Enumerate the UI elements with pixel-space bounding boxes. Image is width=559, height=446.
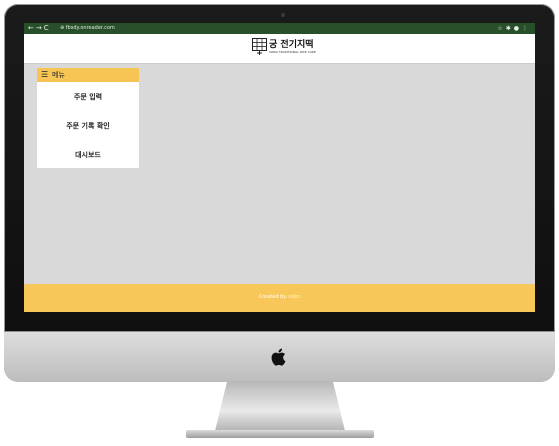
star-icon[interactable]: ☆ <box>497 25 505 32</box>
site-footer: Created by ssjko <box>24 284 535 312</box>
footer-credit: Created by ssjko <box>24 293 535 301</box>
footer-author-link[interactable]: ssjko <box>288 294 300 300</box>
menu-label: 메뉴 <box>52 71 65 79</box>
site-header: 궁 전기지떡 SONG TRADITIONAL RICE CAKE <box>24 34 535 64</box>
sidebar-menu: ☰ 메뉴 주문 입력 주문 기록 확인 대시보드 <box>37 68 139 168</box>
extension-icon[interactable]: ✱ <box>506 25 514 32</box>
site-logo[interactable]: 궁 전기지떡 SONG TRADITIONAL RICE CAKE <box>252 37 316 59</box>
browser-tools: ☆✱●⋮ <box>497 24 531 33</box>
camera-icon <box>281 13 285 17</box>
back-icon[interactable]: ← <box>28 24 36 32</box>
sidebar-item-dashboard[interactable]: 대시보드 <box>37 148 139 162</box>
sidebar-item-order-entry[interactable]: 주문 입력 <box>37 90 139 104</box>
browser-toolbar: ←→C ⊕ fbsdy.onreader.com ☆✱●⋮ <box>24 23 535 34</box>
profile-icon[interactable]: ● <box>514 25 522 32</box>
logo-title: 궁 전기지떡 <box>269 40 314 50</box>
monitor-stand <box>214 381 346 435</box>
menu-dots-icon[interactable]: ⋮ <box>522 25 531 32</box>
rice-cake-logo-icon <box>252 38 267 55</box>
menu-header[interactable]: ☰ 메뉴 <box>37 68 139 82</box>
address-bar[interactable]: ⊕ fbsdy.onreader.com <box>60 25 115 32</box>
apple-logo-icon <box>271 348 286 366</box>
logo-subtitle: SONG TRADITIONAL RICE CAKE <box>269 50 316 54</box>
sidebar-item-order-history[interactable]: 주문 기록 확인 <box>37 119 139 133</box>
reload-icon[interactable]: C <box>44 24 51 32</box>
browser-nav-icons: ←→C <box>28 24 51 33</box>
forward-icon[interactable]: → <box>36 24 44 32</box>
monitor-stand-base <box>186 430 374 438</box>
footer-created-by: Created by <box>258 294 287 300</box>
url-text: fbsdy.onreader.com <box>65 25 115 31</box>
hamburger-icon[interactable]: ☰ <box>41 69 48 81</box>
screen: ←→C ⊕ fbsdy.onreader.com ☆✱●⋮ 궁 전기지떡 SON… <box>24 23 535 312</box>
